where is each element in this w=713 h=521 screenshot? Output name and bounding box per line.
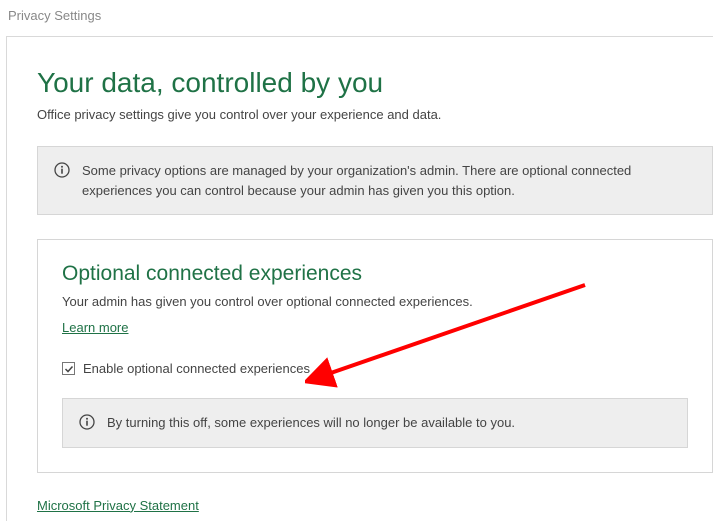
admin-info-text: Some privacy options are managed by your… [82, 161, 696, 200]
page-heading: Your data, controlled by you [37, 67, 713, 99]
turn-off-info-text: By turning this off, some experiences wi… [107, 413, 515, 433]
enable-optional-checkbox-label: Enable optional connected experiences [83, 361, 310, 376]
admin-info-banner: Some privacy options are managed by your… [37, 146, 713, 215]
enable-optional-checkbox[interactable] [62, 362, 75, 375]
section-heading: Optional connected experiences [62, 262, 688, 286]
turn-off-info-banner: By turning this off, some experiences wi… [62, 398, 688, 448]
privacy-statement-link[interactable]: Microsoft Privacy Statement [37, 498, 199, 513]
info-icon [54, 162, 70, 178]
learn-more-link[interactable]: Learn more [62, 320, 128, 335]
page-subtext: Office privacy settings give you control… [37, 107, 713, 122]
settings-panel: Your data, controlled by you Office priv… [6, 36, 713, 521]
window-title: Privacy Settings [0, 0, 713, 31]
enable-optional-checkbox-row[interactable]: Enable optional connected experiences [62, 361, 688, 376]
optional-experiences-section: Optional connected experiences Your admi… [37, 239, 713, 473]
section-description: Your admin has given you control over op… [62, 294, 688, 309]
info-icon [79, 414, 95, 430]
